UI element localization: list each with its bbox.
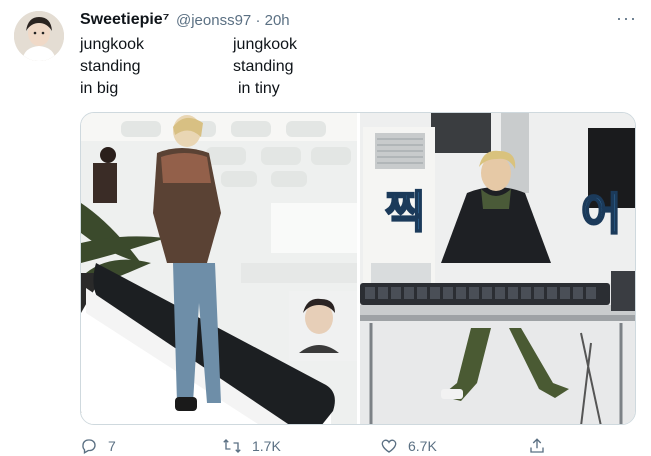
more-options-icon[interactable]: ··· [616,8,637,29]
reply-icon [82,439,96,454]
share-icon [530,438,544,453]
reply-count: 7 [108,438,116,454]
retweet-button[interactable]: 1.7K [222,437,281,455]
heart-icon [381,439,397,453]
retweet-icon [223,439,241,453]
tweet-text-left-3: in big [80,80,119,97]
tweet-text-right-1: jungkook [233,36,298,53]
tweet-media[interactable]: 찍 어 [80,112,636,425]
right-photo [360,113,635,424]
caption-right-glyph: 어 [580,189,623,240]
retweet-count: 1.7K [252,438,281,454]
tweet-text-right-3: in tiny [238,80,280,97]
caption-left-glyph: 찍 [384,187,427,238]
avatar-image [14,11,64,61]
display-name[interactable]: Sweetiepie⁷ [80,11,169,29]
tweet-text-right-2: standing [233,58,294,75]
like-count: 6.7K [408,438,437,454]
media-photos [81,113,635,424]
tweet-text-left-2: standing [80,58,141,75]
handle-and-time[interactable]: @jeonss97 · 20h [176,12,290,29]
like-button[interactable]: 6.7K [380,437,437,455]
left-photo [81,113,357,424]
avatar[interactable] [14,11,64,61]
share-button[interactable] [528,437,546,455]
tweet-text-left-1: jungkook [80,36,145,53]
reply-button[interactable]: 7 [80,437,116,455]
